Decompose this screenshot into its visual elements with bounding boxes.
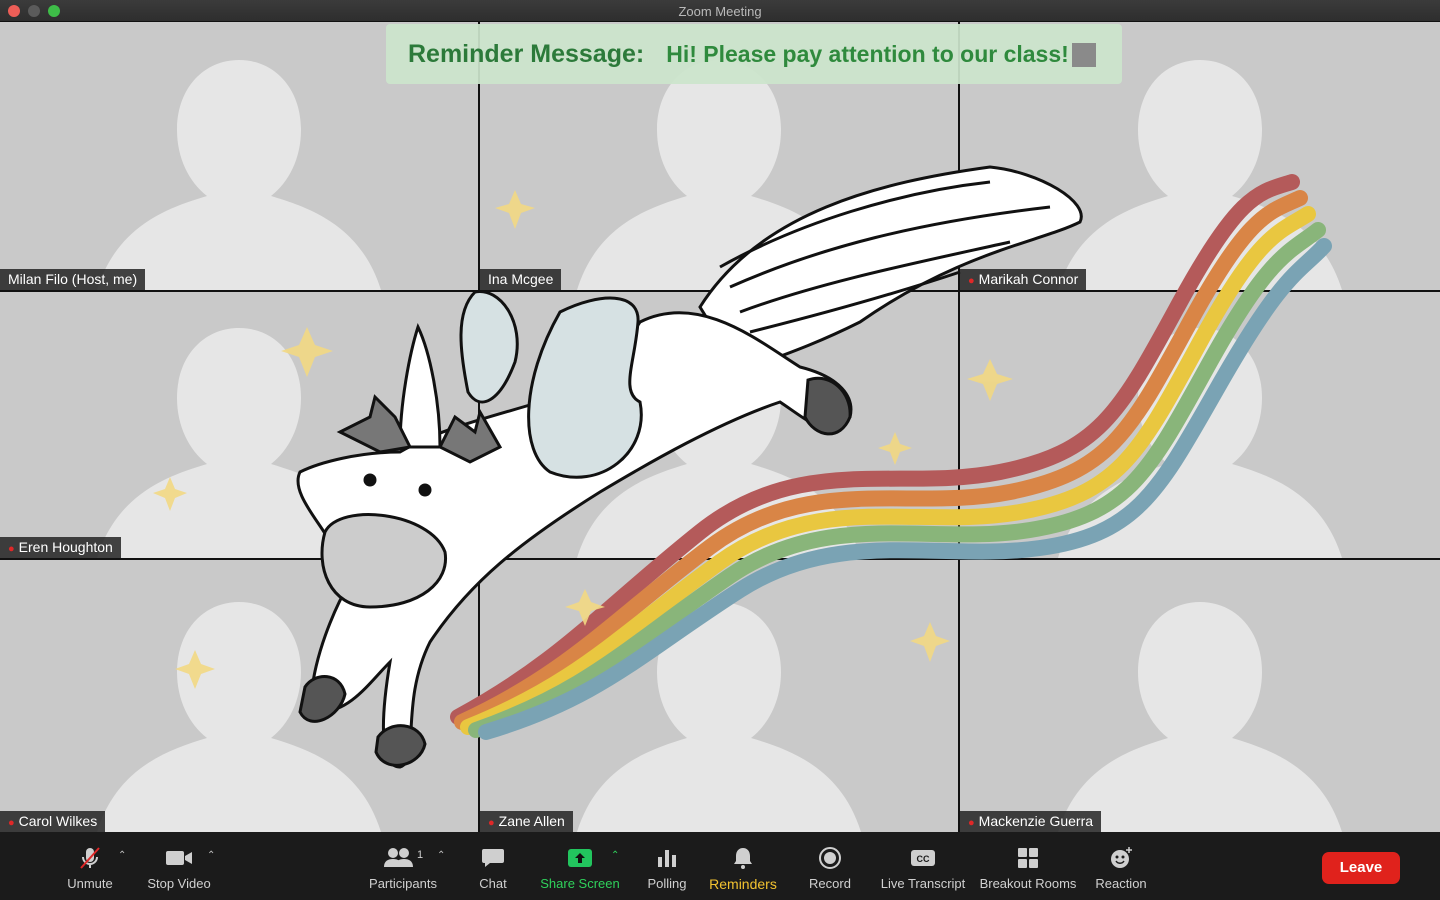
- window-title: Zoom Meeting: [678, 4, 762, 19]
- share-options-caret-icon[interactable]: ⌃: [611, 850, 619, 861]
- chat-bubble-icon: [482, 849, 504, 867]
- participant-name-tag: Ina Mcgee: [480, 269, 562, 290]
- participant-name-tag: ● Marikah Connor: [960, 269, 1087, 290]
- muted-mic-icon: ●: [968, 275, 975, 287]
- muted-microphone-icon: [80, 847, 100, 869]
- reaction-button[interactable]: Reaction: [1076, 844, 1166, 891]
- record-icon: [819, 847, 841, 869]
- participant-tile[interactable]: ● Zane Allen: [480, 560, 958, 832]
- leave-button[interactable]: Leave: [1322, 852, 1400, 884]
- muted-mic-icon: ●: [968, 817, 975, 829]
- avatar-silhouette-icon: [577, 602, 861, 832]
- live-transcript-button[interactable]: CC Live Transcript: [876, 844, 970, 891]
- video-camera-icon: [166, 851, 192, 865]
- closed-caption-icon: CC: [911, 850, 935, 866]
- participant-name-tag: ● Carol Wilkes: [0, 811, 106, 832]
- muted-mic-icon: ●: [8, 543, 15, 555]
- meeting-toolbar: Unmute ⌃ Stop Video ⌃ 1 Participants ⌃ C…: [0, 832, 1440, 900]
- breakout-rooms-button[interactable]: Breakout Rooms: [978, 844, 1078, 891]
- participants-options-caret-icon[interactable]: ⌃: [437, 850, 445, 861]
- dismiss-reminder-button[interactable]: [1072, 43, 1096, 67]
- participant-tile[interactable]: ● Eren Houghton: [0, 292, 478, 558]
- reminder-message: Hi! Please pay attention to our class!: [666, 40, 1069, 67]
- participant-tile[interactable]: [960, 292, 1440, 558]
- bar-chart-icon: [658, 850, 676, 867]
- participant-name-tag: Milan Filo (Host, me): [0, 269, 146, 290]
- avatar-silhouette-icon: [1058, 328, 1342, 558]
- breakout-rooms-icon: [1018, 848, 1038, 868]
- audio-options-caret-icon[interactable]: ⌃: [118, 850, 126, 861]
- reminder-label: Reminder Message:: [408, 39, 645, 68]
- participant-name-tag: ● Eren Houghton: [0, 537, 121, 558]
- avatar-silhouette-icon: [97, 602, 381, 832]
- participant-tile[interactable]: ● Carol Wilkes: [0, 560, 478, 832]
- record-button[interactable]: Record: [785, 844, 875, 891]
- muted-mic-icon: ●: [8, 817, 15, 829]
- participant-name-tag: ● Zane Allen: [480, 811, 573, 832]
- share-screen-icon: [568, 849, 592, 867]
- reminders-button[interactable]: Reminders: [698, 844, 788, 892]
- muted-mic-icon: ●: [488, 817, 495, 829]
- title-bar: Zoom Meeting: [0, 0, 1440, 22]
- chat-button[interactable]: Chat: [448, 844, 538, 891]
- reminder-banner: Reminder Message: Hi! Please pay attenti…: [386, 24, 1122, 84]
- participant-tile[interactable]: [480, 292, 958, 558]
- avatar-silhouette-icon: [97, 328, 381, 558]
- participant-tile[interactable]: ● Mackenzie Guerra: [960, 560, 1440, 832]
- emoji-reaction-icon: [1111, 847, 1132, 868]
- participant-name-tag: ● Mackenzie Guerra: [960, 811, 1102, 832]
- avatar-silhouette-icon: [1058, 602, 1342, 832]
- avatar-silhouette-icon: [97, 60, 381, 290]
- avatar-silhouette-icon: [577, 328, 861, 558]
- video-grid: Milan Filo (Host, me) Ina Mcgee ● Marikah…: [0, 22, 1440, 832]
- participants-button[interactable]: 1 Participants: [358, 844, 448, 891]
- bell-icon: [734, 848, 752, 869]
- svg-text:CC: CC: [917, 854, 930, 864]
- video-options-caret-icon[interactable]: ⌃: [207, 850, 215, 861]
